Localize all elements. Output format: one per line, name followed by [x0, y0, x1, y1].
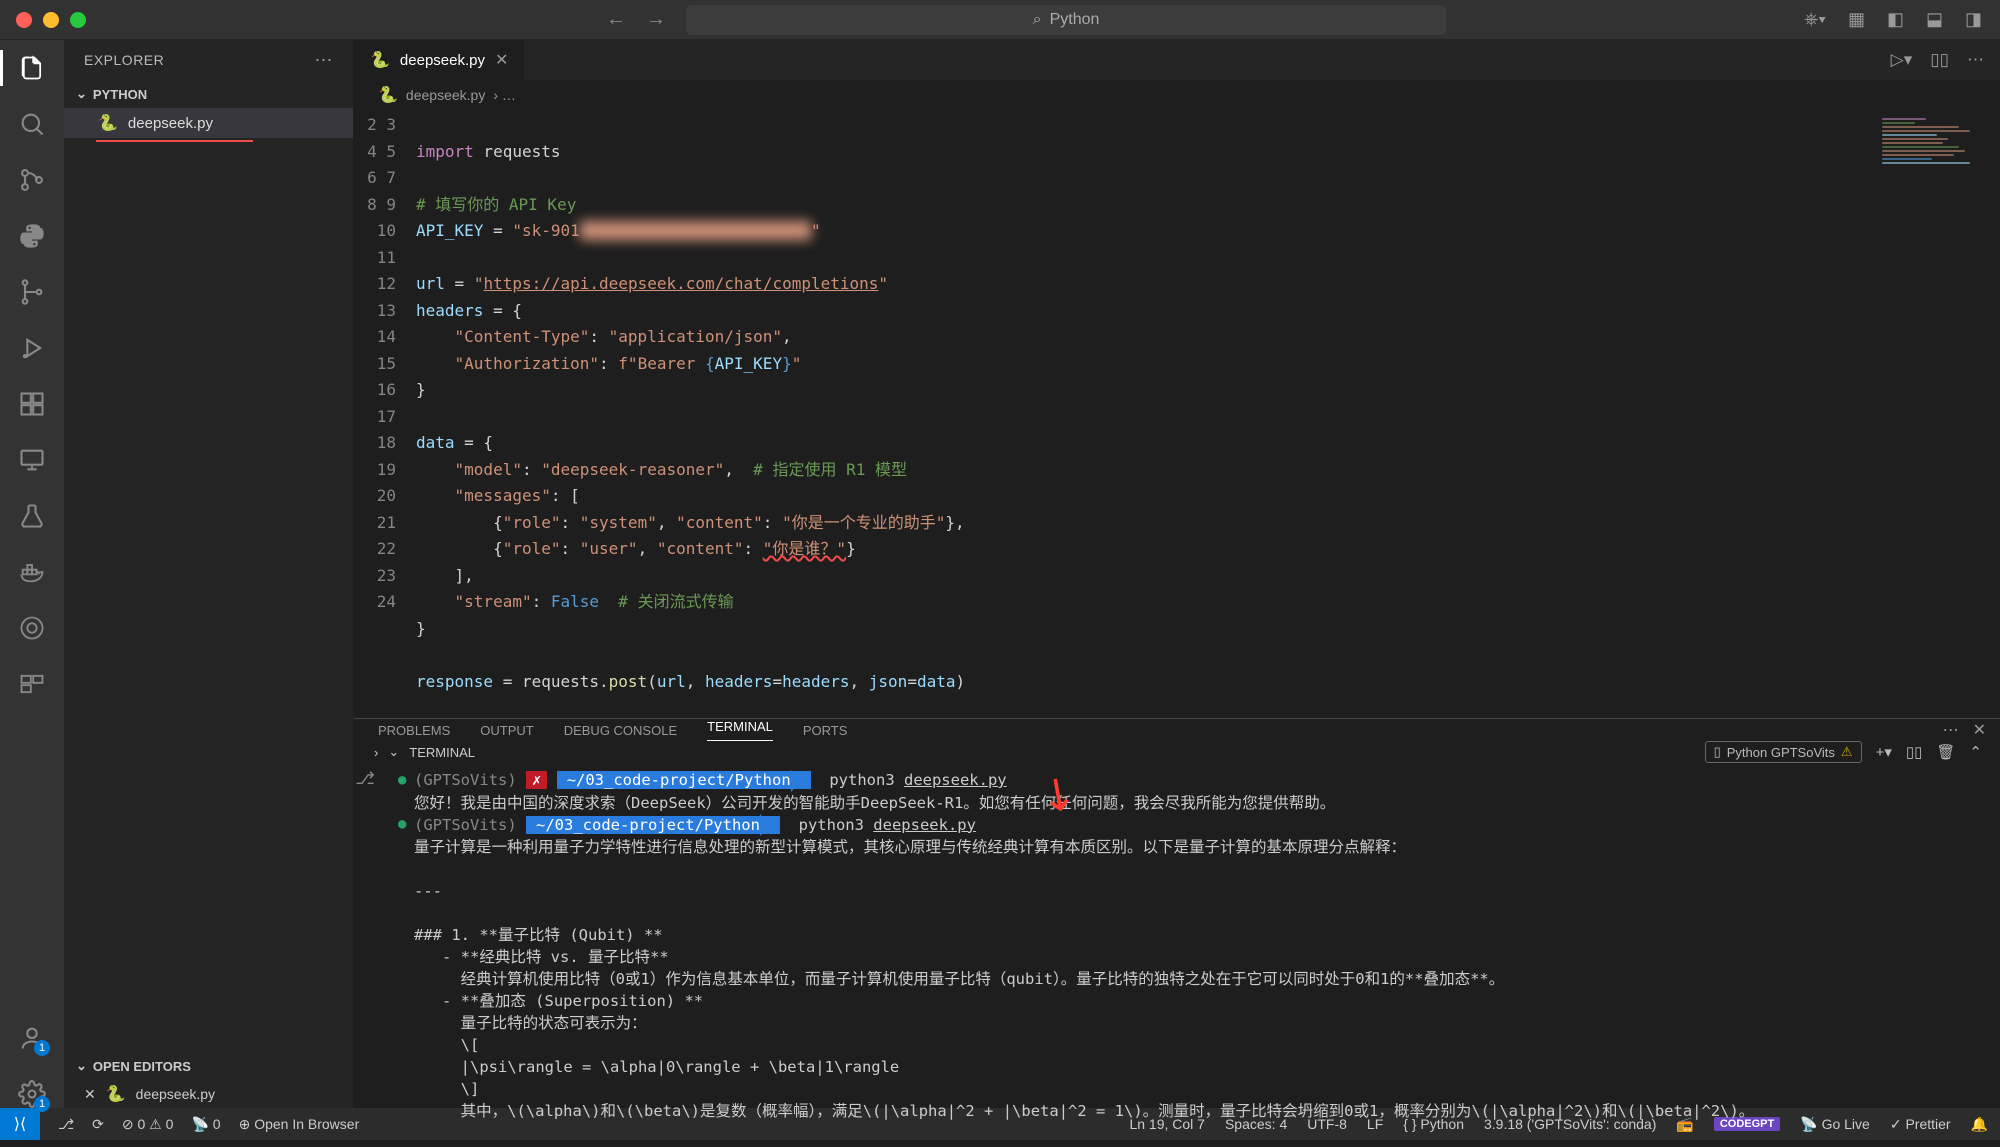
minimap[interactable]	[1882, 118, 1992, 218]
chevron-down-icon: ⌄	[76, 86, 87, 102]
bottom-panel: PROBLEMS OUTPUT DEBUG CONSOLE TERMINAL P…	[354, 718, 2000, 1108]
git-branch-icon[interactable]: ⎇	[58, 1116, 74, 1133]
panel-close-icon[interactable]: ✕	[1973, 720, 1986, 740]
maximize-panel-icon[interactable]: ⌃	[1969, 743, 1982, 761]
panel-tabs: PROBLEMS OUTPUT DEBUG CONSOLE TERMINAL P…	[354, 719, 2000, 741]
line-gutter: 2 3 4 5 6 7 8 9 10 11 12 13 14 15 16 17 …	[354, 110, 416, 718]
file-name: deepseek.py	[128, 115, 213, 132]
code-editor[interactable]: 2 3 4 5 6 7 8 9 10 11 12 13 14 15 16 17 …	[354, 110, 2000, 718]
run-debug-icon[interactable]	[18, 334, 46, 362]
search-icon[interactable]	[18, 110, 46, 138]
settings-badge: 1	[34, 1096, 50, 1112]
remote-indicator[interactable]: ⟩⟨	[0, 1108, 40, 1140]
activity-bar: 1 1	[0, 40, 64, 1108]
git-decoration-icon: ⎇	[354, 763, 376, 1128]
explorer-more-icon[interactable]: ⋯	[315, 50, 334, 71]
breadcrumb[interactable]: 🐍 deepseek.py › …	[354, 80, 2000, 110]
project-icon[interactable]	[18, 670, 46, 698]
terminal-profile[interactable]: ▯ Python GPTSoVits ⚠	[1705, 741, 1862, 763]
breadcrumb-sep: › …	[493, 87, 516, 103]
chevron-right-icon[interactable]: ›	[374, 745, 378, 760]
file-item[interactable]: 🐍 deepseek.py	[64, 108, 353, 138]
project-name: PYTHON	[93, 87, 147, 102]
explorer-title: EXPLORER	[84, 52, 164, 68]
panel-bottom-icon[interactable]: ⬓	[1926, 9, 1943, 30]
breadcrumb-file: deepseek.py	[406, 87, 485, 103]
open-in-browser[interactable]: ⊕ Open In Browser	[239, 1116, 360, 1133]
code-content[interactable]: import requests # 填写你的 API Key API_KEY =…	[416, 110, 2000, 718]
more-icon[interactable]: ⋯	[1967, 50, 1984, 70]
python-env-icon[interactable]	[18, 222, 46, 250]
new-terminal-icon[interactable]: +▾	[1876, 743, 1892, 761]
python-file-icon: 🐍	[370, 50, 390, 70]
panel-left-icon[interactable]: ◧	[1887, 9, 1904, 30]
run-icon[interactable]: ▷▾	[1891, 50, 1913, 70]
editor-area: 🐍 deepseek.py ✕ ▷▾ ▯▯ ⋯ 🐍 deepseek.py › …	[354, 40, 2000, 1108]
python-file-icon: 🐍	[106, 1084, 126, 1104]
sidebar: EXPLORER ⋯ ⌄ PYTHON 🐍 deepseek.py ⌄ OPEN…	[64, 40, 354, 1108]
status-ports[interactable]: 📡 0	[191, 1116, 220, 1133]
account-badge: 1	[34, 1040, 50, 1056]
panel-right-icon[interactable]: ◨	[1965, 9, 1982, 30]
maximize-window[interactable]	[70, 12, 86, 28]
open-editors-section[interactable]: ⌄ OPEN EDITORS	[64, 1052, 353, 1080]
tab-problems[interactable]: PROBLEMS	[378, 723, 450, 738]
python-file-icon: 🐍	[378, 85, 398, 105]
close-tab-icon[interactable]: ✕	[495, 50, 508, 70]
extensions-icon[interactable]	[18, 390, 46, 418]
testing-icon[interactable]	[18, 502, 46, 530]
window-controls	[0, 12, 86, 28]
tab-output[interactable]: OUTPUT	[480, 723, 533, 738]
git-graph-icon[interactable]	[18, 278, 46, 306]
remote-explorer-icon[interactable]	[18, 446, 46, 474]
open-editors-label: OPEN EDITORS	[93, 1059, 191, 1074]
chevron-down-icon: ⌄	[76, 1058, 87, 1074]
tab-bar: 🐍 deepseek.py ✕ ▷▾ ▯▯ ⋯	[354, 40, 2000, 80]
kill-terminal-icon[interactable]: 🗑	[1936, 743, 1955, 761]
open-editor-item[interactable]: ✕ 🐍 deepseek.py	[64, 1080, 353, 1108]
command-center[interactable]: ⌕ Python	[686, 5, 1446, 35]
tab-label: deepseek.py	[400, 52, 485, 69]
nav-back-icon[interactable]: ←	[606, 8, 626, 31]
sidebar-header: EXPLORER ⋯	[64, 40, 353, 80]
search-icon: ⌕	[1033, 11, 1042, 29]
docker-icon[interactable]	[18, 558, 46, 586]
search-text: Python	[1050, 11, 1100, 29]
split-editor-icon[interactable]: ▯▯	[1930, 50, 1949, 70]
annotation-underline	[96, 140, 253, 142]
explorer-icon[interactable]	[18, 54, 46, 82]
minimize-window[interactable]	[43, 12, 59, 28]
terminal-subheader: › ⌄ TERMINAL ▯ Python GPTSoVits ⚠ +▾ ▯▯ …	[354, 741, 2000, 763]
codegpt-icon[interactable]	[18, 614, 46, 642]
status-errors[interactable]: ⊘ 0 ⚠ 0	[122, 1116, 174, 1133]
chevron-down-icon[interactable]: ⌄	[388, 744, 399, 760]
titlebar: ← → ⌕ Python ⎈▾ ▦ ◧ ⬓ ◨	[0, 0, 2000, 40]
source-control-icon[interactable]	[18, 166, 46, 194]
main-layout: 1 1 EXPLORER ⋯ ⌄ PYTHON 🐍 deepseek.py ⌄ …	[0, 40, 2000, 1108]
error-badge: ✗	[526, 771, 547, 789]
terminal-label: TERMINAL	[409, 745, 475, 760]
open-editor-name: deepseek.py	[136, 1086, 215, 1102]
sync-icon[interactable]: ⟳	[92, 1116, 104, 1133]
python-file-icon: 🐍	[98, 113, 118, 133]
tab-deepseek[interactable]: 🐍 deepseek.py ✕	[354, 40, 525, 80]
panel-more-icon[interactable]: ⋯	[1943, 720, 1959, 740]
nav-forward-icon[interactable]: →	[646, 8, 666, 31]
warning-icon: ⚠	[1841, 744, 1853, 760]
close-icon[interactable]: ✕	[84, 1086, 96, 1103]
tab-debug-console[interactable]: DEBUG CONSOLE	[564, 723, 677, 738]
close-window[interactable]	[16, 12, 32, 28]
account-icon[interactable]: 1	[18, 1024, 46, 1052]
split-terminal-icon[interactable]: ▯▯	[1906, 743, 1923, 761]
layout-custom-icon[interactable]: ▦	[1848, 9, 1865, 30]
terminal-output[interactable]: ●(GPTSoVits) ✗ ~/03_code-project/Python …	[376, 763, 2000, 1128]
settings-icon[interactable]: 1	[18, 1080, 46, 1108]
tab-terminal[interactable]: TERMINAL	[707, 719, 773, 741]
copilot-icon[interactable]: ⎈▾	[1804, 9, 1826, 30]
project-section[interactable]: ⌄ PYTHON	[64, 80, 353, 108]
tab-ports[interactable]: PORTS	[803, 723, 848, 738]
